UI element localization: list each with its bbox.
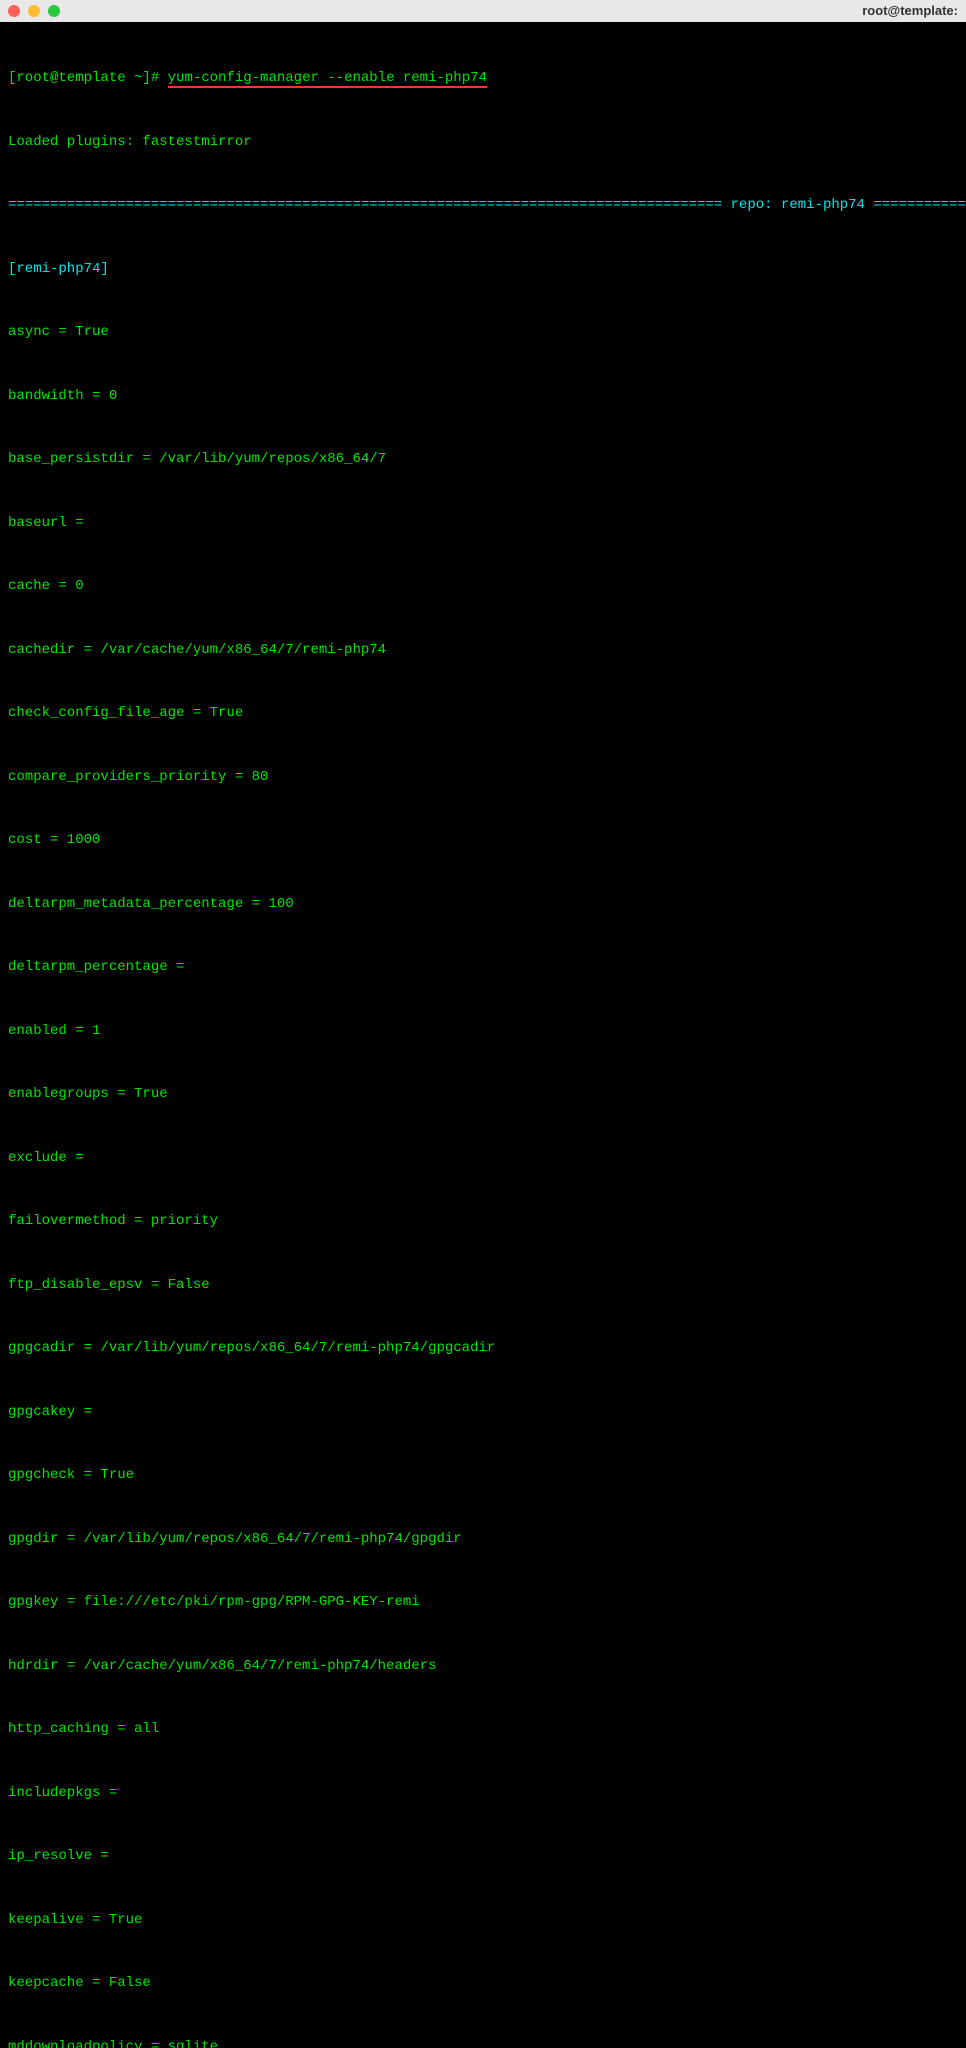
output-line: cache = 0 — [8, 576, 958, 598]
output-line: failovermethod = priority — [8, 1211, 958, 1233]
output-line: deltarpm_percentage = — [8, 957, 958, 979]
maximize-window-button[interactable] — [48, 5, 60, 17]
window-titlebar: root@template: — [0, 0, 966, 22]
minimize-window-button[interactable] — [28, 5, 40, 17]
output-line: cachedir = /var/cache/yum/x86_64/7/remi-… — [8, 640, 958, 662]
output-line: keepalive = True — [8, 1910, 958, 1932]
output-line: base_persistdir = /var/lib/yum/repos/x86… — [8, 449, 958, 471]
output-line: includepkgs = — [8, 1783, 958, 1805]
output-line: http_caching = all — [8, 1719, 958, 1741]
output-line: mddownloadpolicy = sqlite — [8, 2037, 958, 2048]
repo-banner-eq: ========================================… — [8, 197, 722, 213]
output-line: compare_providers_priority = 80 — [8, 767, 958, 789]
output-line: exclude = — [8, 1148, 958, 1170]
output-line: cost = 1000 — [8, 830, 958, 852]
repo-banner-label: repo: remi-php74 — [722, 197, 873, 213]
window-title: root@template: — [862, 1, 958, 21]
output-line: deltarpm_metadata_percentage = 100 — [8, 894, 958, 916]
output-line: ftp_disable_epsv = False — [8, 1275, 958, 1297]
output-line: bandwidth = 0 — [8, 386, 958, 408]
traffic-lights — [8, 5, 60, 17]
output-line: gpgdir = /var/lib/yum/repos/x86_64/7/rem… — [8, 1529, 958, 1551]
output-line: gpgcheck = True — [8, 1465, 958, 1487]
terminal-output[interactable]: [root@template ~]# yum-config-manager --… — [0, 22, 966, 2048]
command-text: yum-config-manager --enable remi-php74 — [168, 70, 487, 88]
output-line: baseurl = — [8, 513, 958, 535]
output-line: keepcache = False — [8, 1973, 958, 1995]
output-line: gpgkey = file:///etc/pki/rpm-gpg/RPM-GPG… — [8, 1592, 958, 1614]
output-line: hdrdir = /var/cache/yum/x86_64/7/remi-ph… — [8, 1656, 958, 1678]
section-header: [remi-php74] — [8, 259, 958, 281]
repo-banner-eq2: ================== — [873, 197, 966, 213]
shell-prompt: [root@template ~]# — [8, 70, 159, 86]
close-window-button[interactable] — [8, 5, 20, 17]
output-line: gpgcadir = /var/lib/yum/repos/x86_64/7/r… — [8, 1338, 958, 1360]
output-line: async = True — [8, 322, 958, 344]
output-line: gpgcakey = — [8, 1402, 958, 1424]
output-line: ip_resolve = — [8, 1846, 958, 1868]
output-line: check_config_file_age = True — [8, 703, 958, 725]
output-line: enablegroups = True — [8, 1084, 958, 1106]
output-line: Loaded plugins: fastestmirror — [8, 132, 958, 154]
